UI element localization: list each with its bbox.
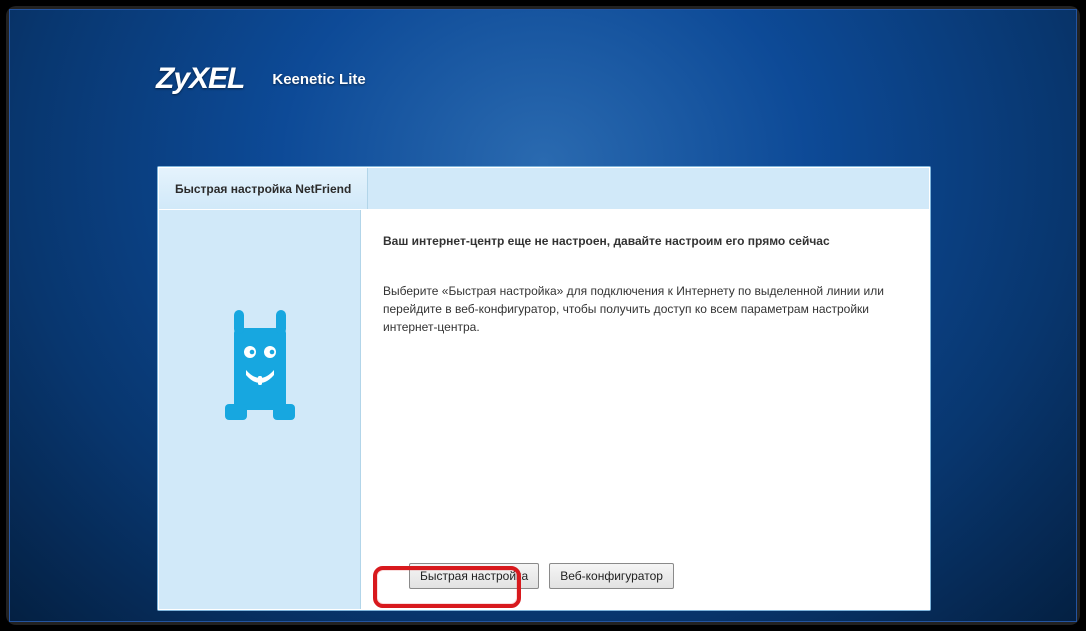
brand-logo: ZyXEL (156, 62, 244, 96)
setup-panel: Быстрая настройка NetFriend (157, 166, 931, 611)
tab-quick-setup[interactable]: Быстрая настройка NetFriend (159, 168, 368, 209)
tab-label: Быстрая настройка NetFriend (175, 182, 351, 196)
netfriend-mascot-icon (221, 310, 299, 420)
quick-setup-button[interactable]: Быстрая настройка (409, 563, 539, 589)
web-configurator-button[interactable]: Веб-конфигуратор (549, 563, 674, 589)
side-illustration (159, 210, 361, 609)
setup-description: Выберите «Быстрая настройка» для подключ… (383, 282, 907, 336)
action-bar: Быстрая настройка Веб-конфигуратор (383, 563, 907, 595)
content-area: Ваш интернет-центр еще не настроен, дава… (361, 210, 929, 609)
tab-strip: Быстрая настройка NetFriend (159, 168, 929, 210)
router-admin-viewport: ZyXEL Keenetic Lite Быстрая настройка Ne… (9, 9, 1077, 622)
product-name: Keenetic Lite (272, 71, 365, 88)
setup-heading: Ваш интернет-центр еще не настроен, дава… (383, 234, 907, 248)
header: ZyXEL Keenetic Lite (156, 62, 366, 96)
